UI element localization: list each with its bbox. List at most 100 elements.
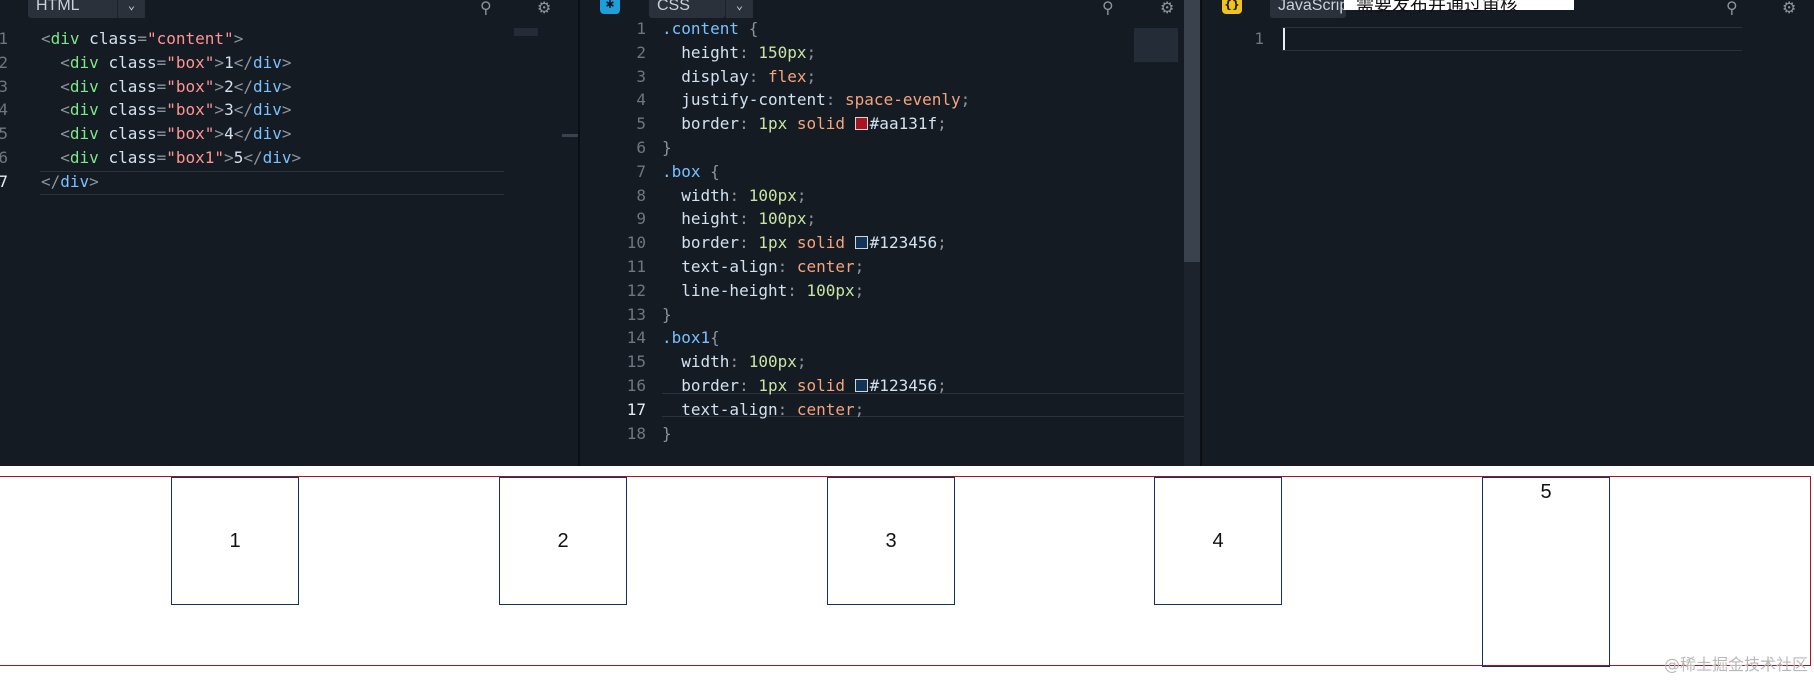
line-number: 1	[0, 29, 8, 48]
code-line[interactable]: 1 .content {	[580, 17, 1202, 41]
code-text: display: flex;	[662, 66, 817, 86]
line-number: 7	[0, 171, 8, 191]
code-line[interactable]: 4 <div class="box">3</div>	[0, 98, 578, 122]
box1-5: 5	[1482, 477, 1610, 667]
code-line[interactable]: 6 <div class="box1">5</div>	[0, 146, 578, 170]
watermark: @稀土掘金技术社区	[1663, 655, 1808, 674]
css-code[interactable]: 1 .content {2 height: 150px; 3 display: fl…	[580, 17, 1202, 445]
line-number: 2	[636, 42, 646, 62]
code-line[interactable]: 7 .box {	[580, 160, 1202, 184]
line-number: 8	[636, 185, 646, 205]
code-line[interactable]: 1 <div class="content">	[0, 27, 578, 51]
code-line[interactable]: 15 width: 100px;	[580, 350, 1202, 374]
code-text: text-align: center;	[662, 399, 865, 419]
code-line[interactable]: 9 height: 100px;	[580, 207, 1202, 231]
html-language-select[interactable]: HTML	[28, 0, 120, 18]
js-editor-panel[interactable]: {} JavaScrip ⚲ ⚙ 需要发布并通过审核 1	[1202, 0, 1814, 466]
code-line[interactable]: 1	[1202, 27, 1814, 51]
code-line[interactable]: 2 height: 150px;	[580, 41, 1202, 65]
line-number: 12	[626, 280, 646, 300]
line-number: 6	[636, 137, 646, 157]
code-line[interactable]: 7 </div>	[0, 170, 578, 194]
preview-pane: 1 2 3 4 5 @稀土掘金技术社区	[0, 466, 1814, 681]
code-text: width: 100px;	[662, 185, 807, 205]
code-line[interactable]: 12 line-height: 100px;	[580, 279, 1202, 303]
color-swatch[interactable]	[854, 236, 868, 250]
line-number: 6	[0, 147, 8, 167]
line-number: 15	[626, 352, 646, 372]
code-text: justify-content: space-evenly;	[662, 90, 971, 110]
code-text: border: 1px solid #123456;	[662, 233, 947, 253]
html-editor-panel[interactable]: HTML ⌄ ⚲ ⚙ 1 <div class="content"> 2 <div …	[0, 0, 578, 466]
code-text: <div class="box">4</div>	[41, 124, 292, 144]
gear-icon[interactable]: ⚙	[1160, 0, 1174, 17]
chevron-down-icon[interactable]: ⌄	[117, 0, 145, 18]
line-number: 3	[0, 76, 8, 96]
code-line[interactable]: 3 <div class="box">2</div>	[0, 75, 578, 99]
code-line[interactable]: 5 <div class="box">4</div>	[0, 122, 578, 146]
line-number: 4	[636, 90, 646, 110]
js-code[interactable]: 1	[1202, 27, 1814, 51]
code-text: text-align: center;	[662, 256, 865, 276]
css-editor-panel[interactable]: ✱ CSS ⌄ ⚲ ⚙ 1 .content {2 height: 150px; 3…	[580, 0, 1204, 466]
code-text: </div>	[41, 171, 99, 191]
code-text: .box1{	[662, 328, 720, 348]
chevron-down-icon[interactable]: ⌄	[725, 0, 753, 18]
scrollbar[interactable]	[1184, 0, 1200, 262]
code-text: }	[662, 304, 672, 324]
text-caret	[1283, 28, 1285, 50]
code-text: .box {	[662, 161, 720, 181]
minimap[interactable]	[1134, 28, 1178, 62]
html-tabbar: HTML ⌄ ⚲ ⚙	[0, 0, 578, 22]
line-number: 3	[636, 66, 646, 86]
line-number: 1	[636, 19, 646, 38]
html-code[interactable]: 1 <div class="content"> 2 <div class="box"…	[0, 27, 578, 194]
pin-icon[interactable]: ⚲	[480, 0, 492, 17]
box-1: 1	[171, 477, 299, 605]
line-number: 16	[626, 375, 646, 395]
code-line[interactable]: 8 width: 100px;	[580, 184, 1202, 208]
line-number: 1	[1254, 29, 1264, 48]
code-text: <div class="box">2</div>	[41, 76, 292, 96]
pin-icon[interactable]: ⚲	[1726, 0, 1738, 17]
line-number: 14	[626, 328, 646, 348]
scrollbar[interactable]	[562, 134, 578, 137]
minimap[interactable]	[514, 28, 538, 36]
line-number: 18	[626, 423, 646, 443]
css-language-select[interactable]: CSS	[649, 0, 725, 18]
content-container: 1 2 3 4 5	[0, 476, 1811, 667]
code-line[interactable]: 6}	[580, 136, 1202, 160]
js-language-select[interactable]: JavaScrip	[1270, 0, 1348, 18]
color-swatch[interactable]	[854, 378, 868, 392]
line-number: 11	[626, 256, 646, 276]
pin-icon[interactable]: ⚲	[1102, 0, 1114, 17]
code-text: line-height: 100px;	[662, 280, 865, 300]
line-number: 2	[0, 52, 8, 72]
code-line[interactable]: 16 border: 1px solid #123456;	[580, 374, 1202, 398]
code-line[interactable]: 13}	[580, 303, 1202, 327]
code-line[interactable]: 11 text-align: center;	[580, 255, 1202, 279]
code-line[interactable]: 3 display: flex;	[580, 65, 1202, 89]
code-line[interactable]: 2 <div class="box">1</div>	[0, 51, 578, 75]
code-text: border: 1px solid #123456;	[662, 375, 947, 395]
line-number: 17	[626, 399, 646, 419]
code-line[interactable]: 4 justify-content: space-evenly;	[580, 88, 1202, 112]
code-line[interactable]: 14 .box1{	[580, 326, 1202, 350]
line-number: 9	[636, 209, 646, 229]
color-swatch[interactable]	[854, 117, 868, 131]
code-text: height: 150px;	[662, 42, 817, 62]
code-text: }	[662, 423, 672, 443]
code-text: border: 1px solid #aa131f;	[662, 114, 947, 134]
code-line[interactable]: 18}	[580, 422, 1202, 446]
code-line[interactable]: 17 text-align: center;	[580, 398, 1202, 422]
code-text: <div class="box">1</div>	[41, 52, 292, 72]
gear-icon[interactable]: ⚙	[1782, 0, 1796, 17]
line-number: 4	[0, 100, 8, 120]
js-language-icon: {}	[1222, 0, 1242, 14]
code-text: <div class="content">	[41, 29, 244, 48]
gear-icon[interactable]: ⚙	[537, 0, 551, 17]
code-line[interactable]: 5 border: 1px solid #aa131f;	[580, 112, 1202, 136]
code-text: <div class="box">3</div>	[41, 100, 292, 120]
code-line[interactable]: 10 border: 1px solid #123456;	[580, 231, 1202, 255]
code-text: width: 100px;	[662, 352, 807, 372]
